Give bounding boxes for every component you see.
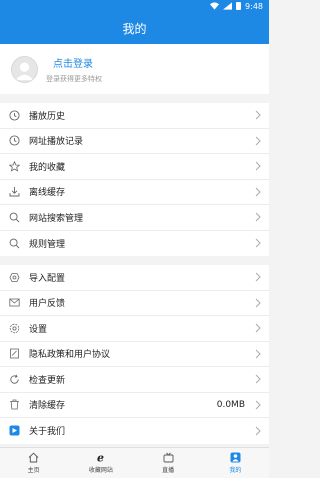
- battery-icon: [236, 2, 242, 10]
- about-icon: [9, 425, 20, 436]
- menu-item-url-play-records[interactable]: 网址播放记录: [0, 129, 269, 154]
- menu-item-clear-cache[interactable]: 清除缓存 0.0MB: [0, 393, 269, 418]
- menu-item-user-feedback[interactable]: 用户反馈: [0, 291, 269, 316]
- clock-icon: [9, 110, 20, 121]
- document-icon: [9, 348, 20, 359]
- menu-item-import-config[interactable]: 导入配置: [0, 265, 269, 291]
- menu-item-label: 检查更新: [29, 375, 66, 386]
- menu-item-label: 设置: [29, 324, 48, 335]
- menu-item-offline-cache[interactable]: 离线缓存: [0, 180, 269, 205]
- menu-group-settings: 导入配置 用户反馈 设置 隐私政策和用户协议 检查更新 清除缓存 0.0MB 关…: [0, 265, 269, 444]
- tab-favorite-sites[interactable]: e 收藏网站: [67, 448, 134, 478]
- user-silhouette-icon: [15, 62, 34, 80]
- menu-item-label: 离线缓存: [29, 188, 66, 199]
- status-time: 9:48: [245, 1, 263, 11]
- download-icon: [9, 186, 20, 197]
- wifi-icon: [210, 2, 220, 10]
- status-bar: 9:48: [0, 0, 269, 12]
- profile-card[interactable]: 点击登录 登录获得更多特权: [0, 44, 269, 94]
- menu-item-check-update[interactable]: 检查更新: [0, 367, 269, 393]
- chevron-right-icon: [254, 323, 261, 333]
- menu-item-label: 关于我们: [29, 427, 66, 438]
- menu-item-label: 我的收藏: [29, 162, 66, 173]
- menu-item-label: 导入配置: [29, 273, 66, 284]
- menu-item-label: 用户反馈: [29, 299, 66, 310]
- tab-home[interactable]: 主页: [0, 448, 67, 478]
- tab-label: 收藏网站: [88, 467, 113, 474]
- chevron-right-icon: [254, 349, 261, 359]
- chevron-right-icon: [254, 374, 261, 384]
- chevron-right-icon: [254, 272, 261, 282]
- tab-label: 直播: [162, 467, 175, 474]
- avatar[interactable]: [11, 55, 38, 83]
- menu-item-privacy-policy[interactable]: 隐私政策和用户协议: [0, 342, 269, 367]
- menu-item-favorites[interactable]: 我的收藏: [0, 154, 269, 180]
- chevron-right-icon: [254, 426, 261, 436]
- clock-icon: [9, 135, 20, 146]
- menu-item-play-history[interactable]: 播放历史: [0, 103, 269, 129]
- refresh-icon: [9, 374, 20, 385]
- chevron-right-icon: [254, 400, 261, 410]
- menu-item-settings[interactable]: 设置: [0, 316, 269, 342]
- mail-icon: [9, 297, 20, 308]
- menu-item-about-us[interactable]: 关于我们: [0, 418, 269, 444]
- trash-icon: [9, 399, 20, 410]
- browser-icon: e: [97, 452, 104, 463]
- tv-icon: [163, 452, 174, 463]
- tab-mine[interactable]: 我的: [202, 448, 269, 478]
- menu-item-rule-management[interactable]: 规则管理: [0, 231, 269, 257]
- chevron-right-icon: [254, 110, 261, 120]
- chevron-right-icon: [254, 238, 261, 248]
- tab-label: 主页: [27, 467, 40, 474]
- menu-item-label: 网址播放记录: [29, 137, 84, 148]
- chevron-right-icon: [254, 212, 261, 222]
- menu-item-label: 播放历史: [29, 111, 66, 122]
- user-icon: [230, 452, 241, 463]
- search-icon: [9, 212, 20, 223]
- menu-item-label: 规则管理: [29, 239, 66, 250]
- signal-icon: [223, 2, 233, 10]
- chevron-right-icon: [254, 187, 261, 197]
- menu-item-label: 清除缓存: [29, 401, 66, 412]
- chevron-right-icon: [254, 161, 261, 171]
- title-bar: 我的: [0, 12, 269, 44]
- gear-icon: [9, 323, 20, 334]
- cache-size: 0.0MB: [216, 399, 245, 410]
- star-icon: [9, 160, 20, 172]
- tab-label: 我的: [229, 467, 242, 474]
- page-title: 我的: [122, 21, 147, 36]
- login-link[interactable]: 点击登录: [53, 55, 102, 70]
- tab-live[interactable]: 直播: [135, 448, 202, 478]
- menu-item-label: 隐私政策和用户协议: [29, 350, 111, 361]
- menu-item-site-search-management[interactable]: 网站搜索管理: [0, 205, 269, 231]
- svg-text:e: e: [97, 452, 104, 463]
- search-icon: [9, 238, 20, 249]
- bottom-tab-bar: 主页 e 收藏网站 直播 我的: [0, 447, 269, 478]
- home-icon: [28, 452, 39, 463]
- chevron-right-icon: [254, 298, 261, 308]
- chevron-right-icon: [254, 136, 261, 146]
- import-icon: [9, 272, 20, 283]
- login-subtitle: 登录获得更多特权: [46, 74, 102, 83]
- menu-item-label: 网站搜索管理: [29, 213, 84, 224]
- menu-group-library: 播放历史 网址播放记录 我的收藏 离线缓存 网站搜索管理 规则管理: [0, 103, 269, 256]
